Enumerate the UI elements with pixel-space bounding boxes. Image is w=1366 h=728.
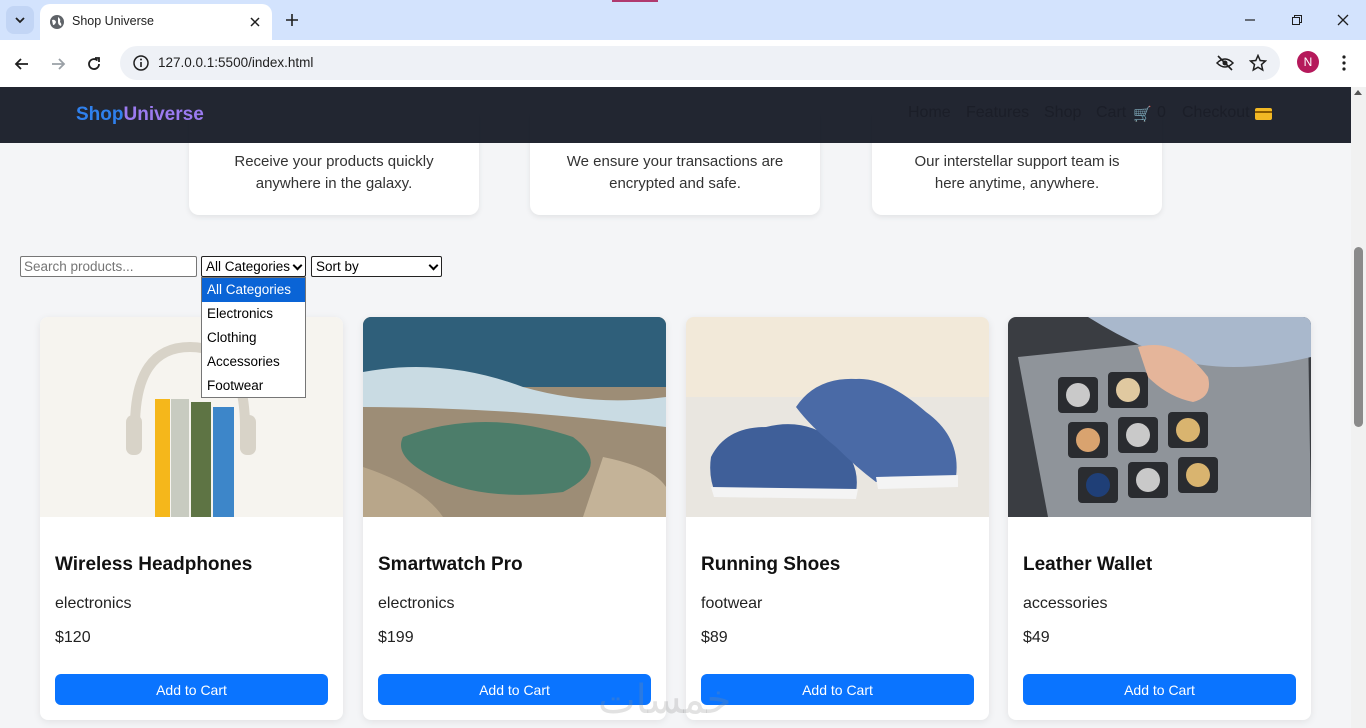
close-icon [250, 17, 260, 27]
category-select[interactable]: All Categories [201, 256, 306, 277]
scrollbar-thumb[interactable] [1354, 247, 1363, 427]
tab-close-button[interactable] [246, 13, 264, 31]
arrow-right-icon [52, 58, 66, 70]
logo-part-universe: Universe [123, 104, 204, 125]
tab-title: Shop Universe [72, 14, 154, 28]
product-name: Smartwatch Pro [378, 554, 523, 575]
category-option-all[interactable]: All Categories [202, 278, 305, 302]
product-card: Leather Wallet accessories $49 Add to Ca… [1008, 317, 1311, 720]
add-to-cart-button[interactable]: Add to Cart [701, 674, 974, 705]
eye-slash-icon[interactable] [1215, 53, 1235, 73]
category-select-value: All Categories [206, 259, 291, 274]
site-header: ShopUniverse Home Features Shop Cart 🛒 0… [0, 87, 1351, 143]
page-viewport: Receive your products quickly anywhere i… [0, 87, 1351, 728]
product-price: $199 [378, 629, 414, 646]
scroll-up-arrow-icon[interactable] [1354, 90, 1362, 95]
browser-toolbar: 127.0.0.1:5500/index.html N [0, 40, 1366, 87]
new-tab-button[interactable] [280, 8, 304, 32]
product-name: Wireless Headphones [55, 554, 253, 575]
product-card: Smartwatch Pro electronics $199 Add to C… [363, 317, 666, 720]
product-name: Running Shoes [701, 554, 841, 575]
product-image-watches [1008, 317, 1311, 517]
add-to-cart-button[interactable]: Add to Cart [1023, 674, 1296, 705]
browser-tabstrip: Shop Universe [0, 0, 1366, 40]
info-icon[interactable] [132, 54, 150, 72]
add-to-cart-button[interactable]: Add to Cart [55, 674, 328, 705]
chevron-down-icon [428, 260, 439, 271]
tab-group-accent [612, 0, 658, 2]
watermark: خمسات [598, 677, 732, 723]
chevron-down-icon [292, 260, 303, 271]
plus-icon [286, 14, 298, 26]
category-option-accessories[interactable]: Accessories [202, 350, 305, 374]
reload-button[interactable] [82, 52, 106, 76]
category-option-clothing[interactable]: Clothing [202, 326, 305, 350]
close-icon [1337, 14, 1349, 26]
product-category: accessories [1023, 595, 1108, 612]
back-button[interactable] [10, 52, 34, 76]
product-price: $120 [55, 629, 91, 646]
product-image-shoes [686, 317, 989, 517]
page-scrollbar[interactable] [1351, 87, 1366, 728]
sort-select-value: Sort by [316, 259, 359, 274]
chevron-down-icon [15, 17, 25, 24]
tab-search-button[interactable] [6, 6, 34, 34]
logo-part-shop: Shop [76, 104, 124, 125]
sort-select[interactable]: Sort by [311, 256, 442, 277]
feature-text: Receive your products quickly anywhere i… [234, 153, 434, 192]
reload-icon [88, 57, 100, 70]
browser-tab[interactable]: Shop Universe [40, 4, 272, 40]
category-option-footwear[interactable]: Footwear [202, 374, 305, 398]
product-name: Leather Wallet [1023, 554, 1153, 575]
category-dropdown-list: All Categories Electronics Clothing Acce… [201, 277, 306, 398]
site-logo[interactable]: ShopUniverse [76, 104, 204, 126]
product-category: electronics [378, 595, 455, 612]
category-option-electronics[interactable]: Electronics [202, 302, 305, 326]
product-price: $49 [1023, 629, 1050, 646]
browser-menu-button[interactable] [1334, 52, 1354, 74]
product-card: Running Shoes footwear $89 Add to Cart [686, 317, 989, 720]
forward-button[interactable] [46, 52, 70, 76]
nav-shop[interactable]: Shop [1044, 104, 1081, 122]
restore-icon [1292, 15, 1302, 25]
cart-count: 0 [1157, 104, 1166, 121]
nav-cart[interactable]: Cart [1096, 104, 1126, 122]
product-category: electronics [55, 595, 132, 612]
cart-icon[interactable]: 🛒 [1133, 105, 1152, 123]
credit-card-icon[interactable] [1255, 108, 1272, 120]
arrow-left-icon [14, 58, 28, 70]
restore-button[interactable] [1285, 8, 1309, 32]
product-price: $89 [701, 629, 728, 646]
feature-text: We ensure your transactions are encrypte… [566, 153, 784, 192]
more-vertical-icon [1342, 55, 1346, 71]
profile-avatar[interactable]: N [1297, 51, 1319, 73]
product-category: footwear [701, 595, 763, 612]
search-input[interactable] [20, 256, 197, 277]
minimize-icon [1245, 19, 1255, 21]
nav-checkout[interactable]: Checkout [1182, 104, 1250, 122]
nav-features[interactable]: Features [966, 104, 1029, 122]
address-bar[interactable]: 127.0.0.1:5500/index.html [120, 46, 1280, 80]
product-image-shore [363, 317, 666, 517]
url-text[interactable]: 127.0.0.1:5500/index.html [158, 55, 313, 70]
feature-text: Our interstellar support team is here an… [914, 153, 1120, 192]
close-window-button[interactable] [1331, 8, 1355, 32]
star-icon[interactable] [1248, 53, 1268, 73]
globe-icon [50, 15, 64, 29]
nav-home[interactable]: Home [908, 104, 951, 122]
minimize-button[interactable] [1238, 8, 1262, 32]
